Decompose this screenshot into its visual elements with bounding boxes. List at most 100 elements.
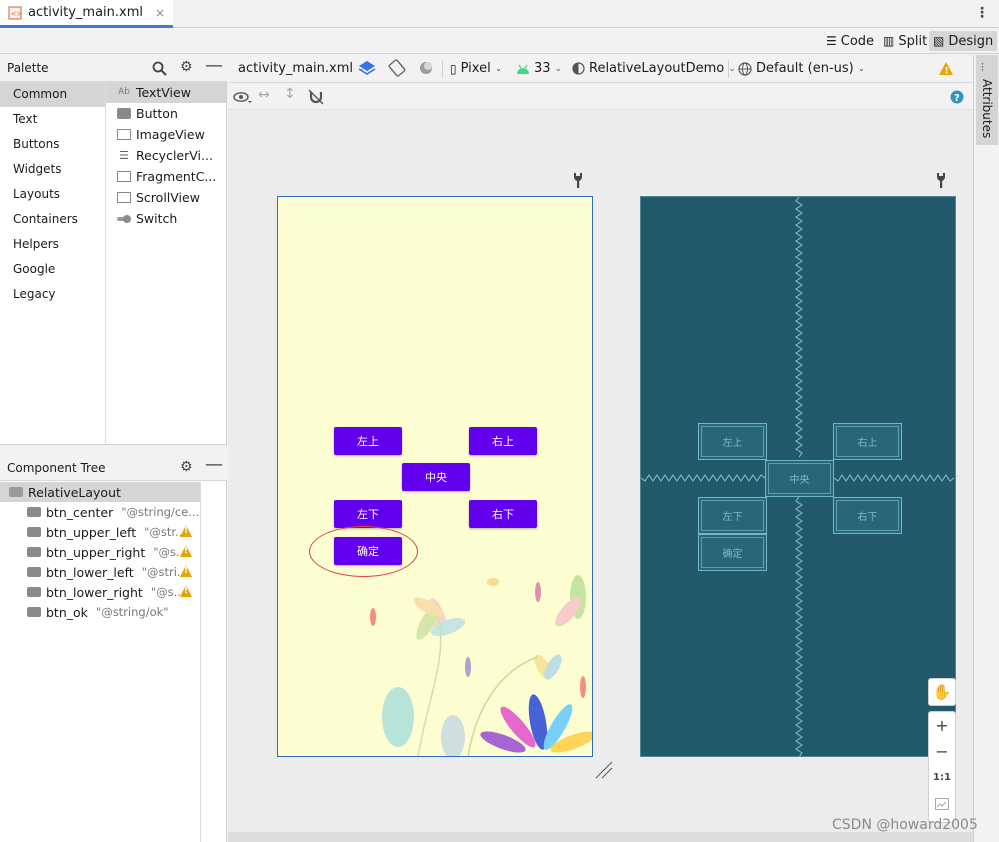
palette-item-recyclerview[interactable]: ☰ RecyclerVi... [106, 145, 226, 166]
button-icon [27, 507, 41, 517]
palette-item-button[interactable]: Button [106, 103, 226, 124]
right-tool-strip: ⫶ Attributes [973, 55, 999, 842]
tree-row-btn-ok[interactable]: btn_ok "@string/ok" [0, 602, 200, 622]
warning-icon[interactable] [180, 565, 192, 577]
palette-item-switch[interactable]: Switch [106, 208, 226, 229]
close-tab-icon[interactable]: × [155, 6, 165, 20]
button-icon [27, 527, 41, 537]
palette-item-label: ScrollView [136, 190, 200, 205]
tree-row-relativelayout[interactable]: RelativeLayout [0, 482, 200, 502]
split-mode-button[interactable]: ▥ Split [879, 31, 931, 51]
api-level-selector[interactable]: 33 ⌄ [516, 61, 562, 76]
wrench-icon[interactable] [935, 172, 947, 188]
warning-icon[interactable] [180, 585, 192, 597]
locale-selector[interactable]: Default (en-us) ⌄ [738, 61, 865, 76]
btn-lower-right[interactable]: 右下 [469, 500, 537, 528]
tree-row-btn-center[interactable]: btn_center "@string/ce... [0, 502, 200, 522]
btn-center[interactable]: 中央 [402, 463, 470, 491]
wrench-icon[interactable] [572, 172, 584, 188]
blueprint-btn-upper-left[interactable]: 左上 [698, 423, 767, 460]
search-icon[interactable] [152, 61, 167, 76]
blueprint-btn-ok[interactable]: 确定 [698, 534, 767, 571]
theme-label: RelativeLayoutDemo [589, 61, 725, 76]
file-selector[interactable]: activity_main.xml ⌄ [238, 61, 365, 76]
zoom-out-icon[interactable]: − [929, 742, 955, 761]
blueprint-btn-lower-left[interactable]: 左下 [698, 497, 767, 534]
palette-category-common[interactable]: Common [0, 82, 105, 107]
palette-category-google[interactable]: Google [0, 257, 105, 282]
svg-text:<>: <> [11, 10, 23, 18]
palette-item-label: FragmentC... [136, 169, 217, 184]
btn-upper-right[interactable]: 右上 [469, 427, 537, 455]
zoom-in-icon[interactable]: + [929, 716, 955, 735]
blueprint-preview[interactable]: 左上 右上 中央 左下 右下 确定 [640, 196, 956, 757]
blueprint-btn-center[interactable]: 中央 [765, 460, 834, 497]
eye-icon[interactable] [233, 90, 253, 104]
theme-icon [572, 62, 585, 75]
zoom-1-to-1-button[interactable]: 1:1 [929, 772, 955, 783]
warning-icon[interactable] [180, 525, 192, 537]
palette-item-textview[interactable]: Ab TextView [106, 82, 226, 103]
btn-upper-left[interactable]: 左上 [334, 427, 402, 455]
btn-lower-left[interactable]: 左下 [334, 500, 402, 528]
palette-category-helpers[interactable]: Helpers [0, 232, 105, 257]
tree-row-id: btn_upper_left [46, 524, 137, 540]
tree-row-btn-lower-left[interactable]: btn_lower_left "@stri... [0, 562, 200, 582]
minimize-icon[interactable]: — [205, 55, 223, 76]
design-mode-button[interactable]: ▧ Design [929, 31, 998, 51]
design-mode-label: Design [948, 33, 994, 49]
theme-selector[interactable]: RelativeLayoutDemo ⌄ [572, 61, 736, 76]
device-selector[interactable]: ▯ Pixel ⌄ [450, 61, 502, 76]
design-preview[interactable]: 左上 右上 中央 左下 右下 确定 [277, 196, 593, 757]
tree-row-btn-lower-right[interactable]: btn_lower_right "@s... [0, 582, 200, 602]
palette-category-layouts[interactable]: Layouts [0, 182, 105, 207]
tree-row-id: btn_upper_right [46, 544, 146, 560]
palette-category-containers[interactable]: Containers [0, 207, 105, 232]
warning-icon[interactable]: ! [938, 61, 954, 76]
warning-icon[interactable] [180, 545, 192, 557]
orientation-button[interactable] [388, 59, 406, 77]
palette-category-text[interactable]: Text [0, 107, 105, 132]
horizontal-scrollbar[interactable] [228, 832, 973, 842]
gear-icon[interactable]: ⚙ [180, 59, 193, 75]
file-selector-label: activity_main.xml [238, 61, 354, 76]
pan-hand-icon[interactable]: ✋ [928, 678, 956, 706]
night-mode-button[interactable] [417, 59, 435, 77]
gear-icon[interactable]: ⚙ [180, 459, 193, 475]
svg-text:!: ! [945, 67, 949, 77]
palette-category-legacy[interactable]: Legacy [0, 282, 105, 307]
code-mode-button[interactable]: ☰ Code [822, 31, 878, 51]
palette-category-widgets[interactable]: Widgets [0, 157, 105, 182]
palette-item-imageview[interactable]: ImageView [106, 124, 226, 145]
file-tab-activity-main[interactable]: <> activity_main.xml × [0, 0, 174, 28]
tree-row-btn-upper-right[interactable]: btn_upper_right "@s... [0, 542, 200, 562]
palette-category-buttons[interactable]: Buttons [0, 132, 105, 157]
attributes-tab[interactable]: ⫶ Attributes [976, 55, 998, 145]
rotate-device-icon [388, 59, 406, 77]
tree-row-value: "@string/ok" [95, 605, 169, 619]
fragment-icon [117, 171, 131, 182]
minimize-icon[interactable]: — [205, 454, 223, 475]
blueprint-btn-lower-right[interactable]: 右下 [833, 497, 902, 534]
component-tree-title: Component Tree [7, 461, 106, 475]
switch-icon [117, 214, 131, 223]
horizontal-resize-icon[interactable]: ↔ [258, 87, 270, 103]
zoom-to-fit-icon[interactable] [935, 798, 949, 810]
component-tree-panel: Component Tree ⚙ — RelativeLayout btn_ce… [0, 454, 227, 842]
more-options-icon[interactable]: ⋮ [975, 5, 989, 21]
palette-item-fragmentcontainer[interactable]: FragmentC... [106, 166, 226, 187]
view-mode-bar: ☰ Code ▥ Split ▧ Design [0, 28, 999, 54]
help-icon[interactable]: ? [950, 90, 964, 104]
vertical-resize-icon[interactable]: ↕ [284, 86, 296, 102]
resize-handle-icon[interactable] [594, 760, 614, 780]
chevron-down-icon: ⌄ [494, 63, 503, 74]
split-mode-label: Split [898, 33, 928, 49]
magnet-off-icon[interactable] [308, 89, 324, 105]
design-surface-button[interactable] [358, 59, 376, 77]
button-icon [27, 567, 41, 577]
blueprint-btn-upper-right[interactable]: 右上 [833, 423, 902, 460]
svg-text:?: ? [954, 93, 960, 104]
palette-item-scrollview[interactable]: ScrollView [106, 187, 226, 208]
palette-items: Ab TextView Button ImageView ☰ RecyclerV… [106, 82, 226, 229]
tree-row-btn-upper-left[interactable]: btn_upper_left "@str... [0, 522, 200, 542]
